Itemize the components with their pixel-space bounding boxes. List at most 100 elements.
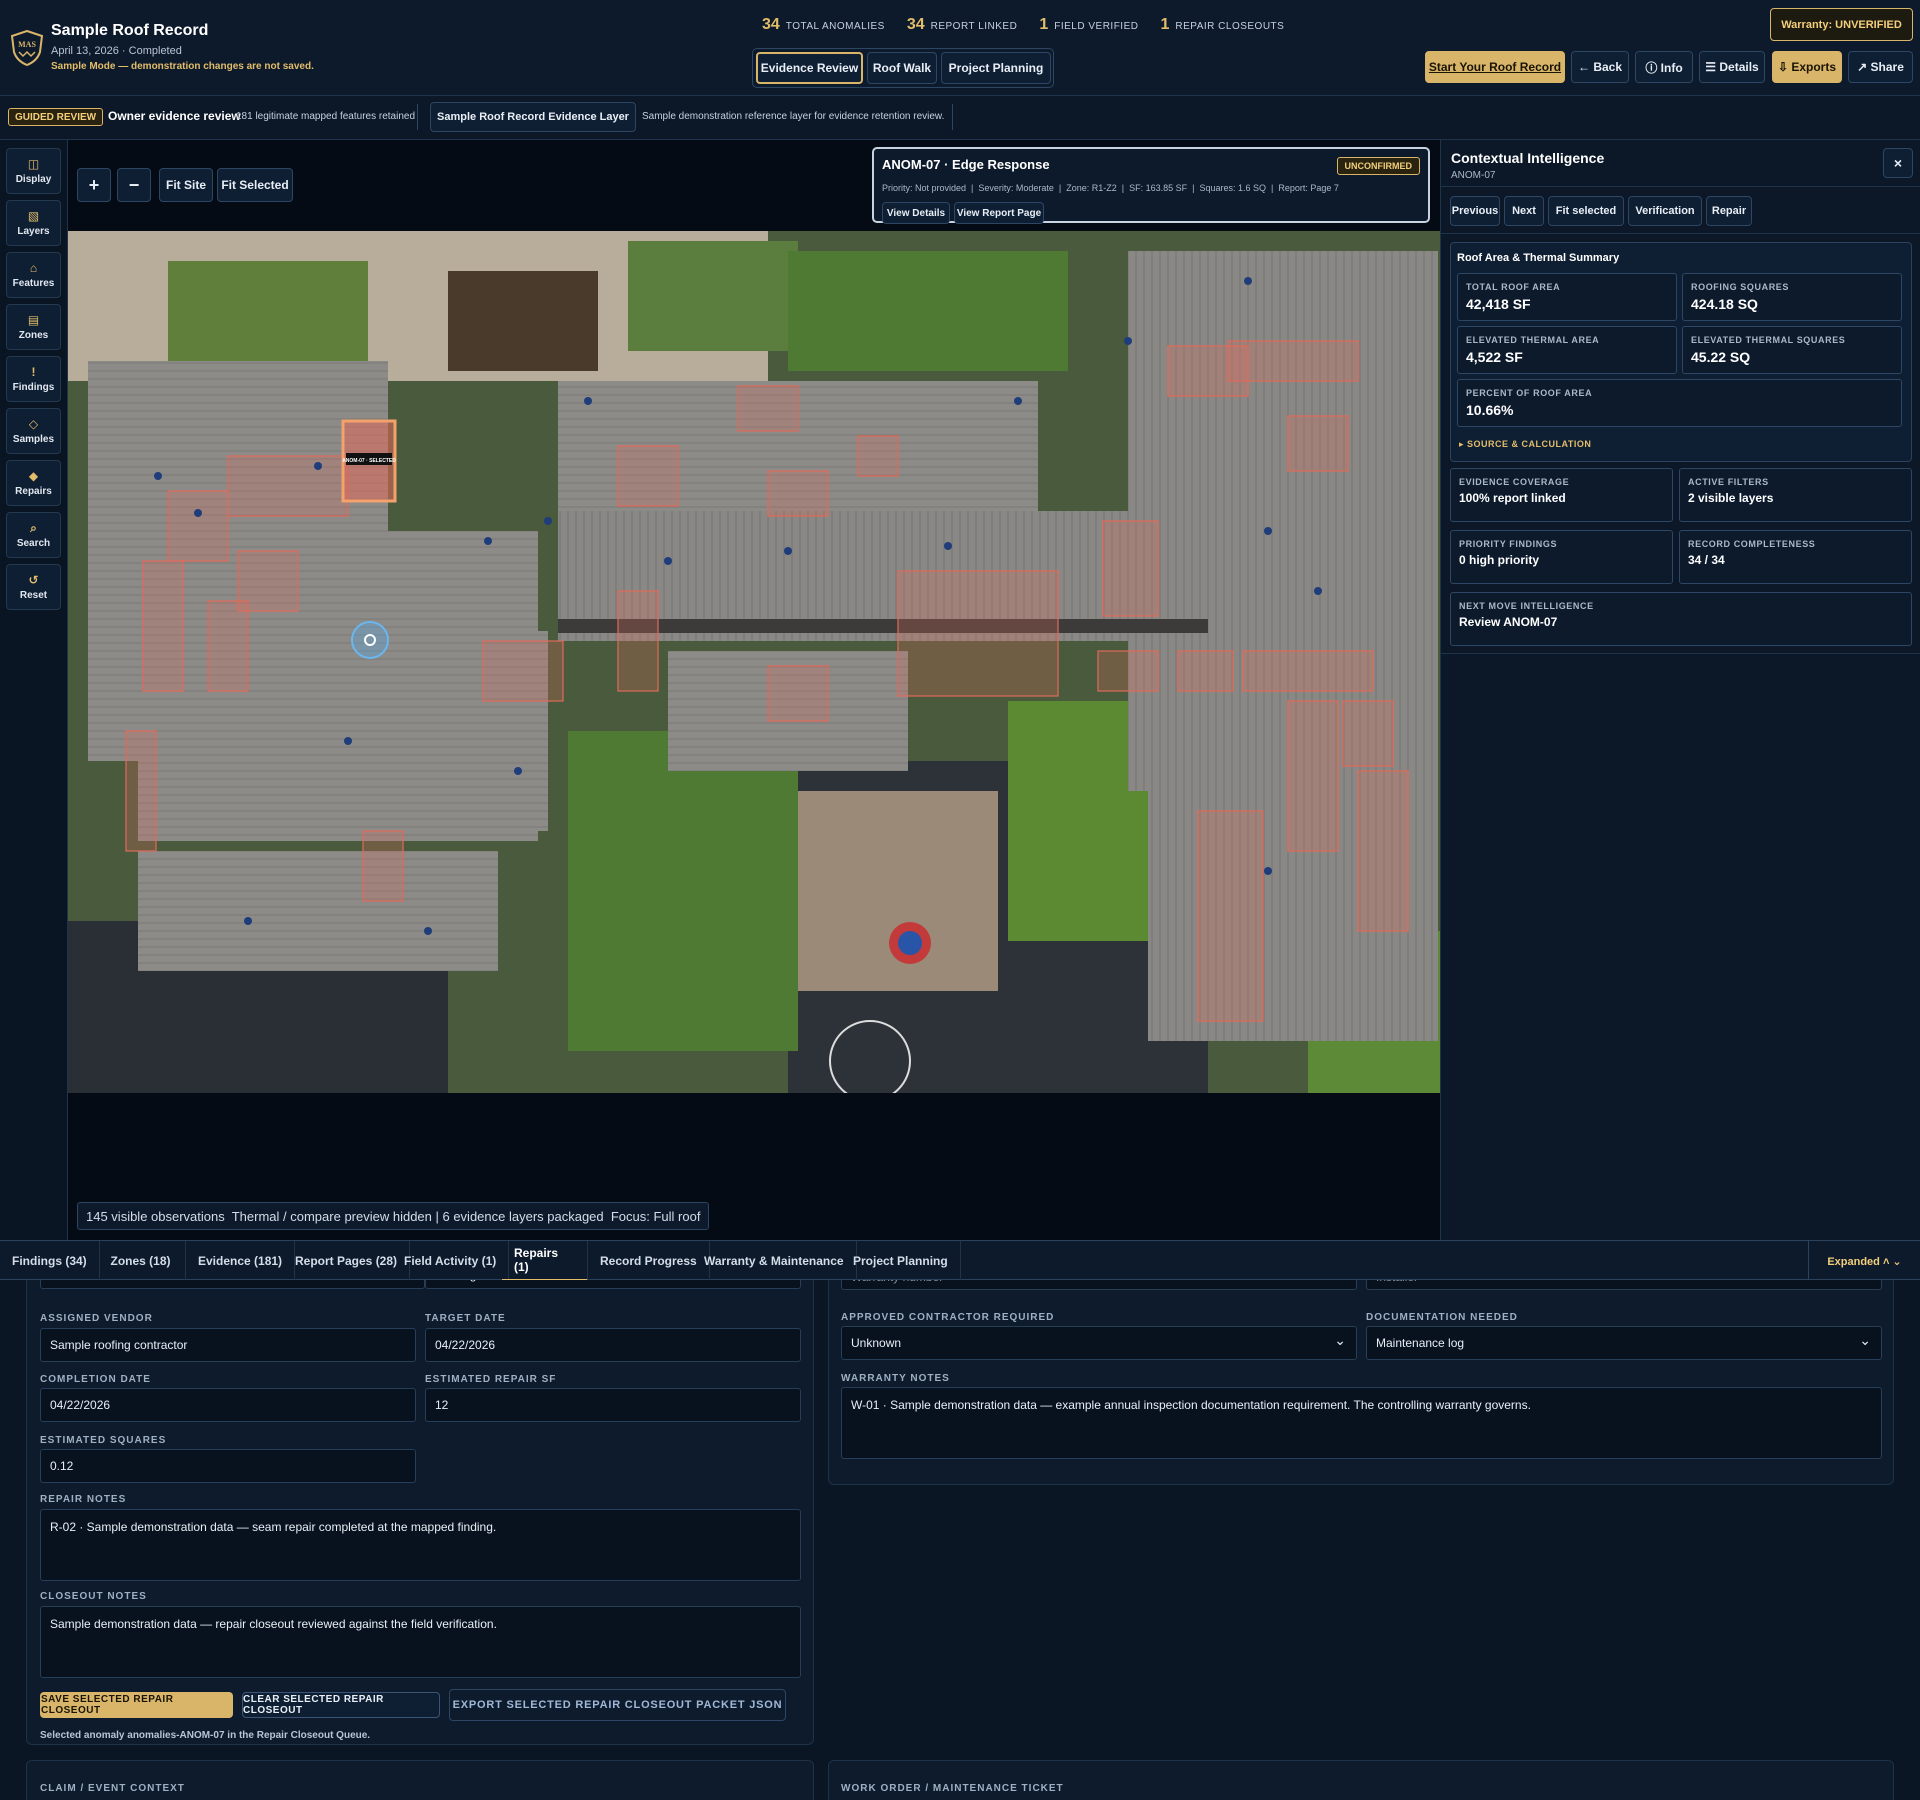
anomaly-box[interactable] <box>857 435 899 477</box>
feature-marker[interactable] <box>424 927 432 935</box>
anomaly-box[interactable] <box>207 600 249 692</box>
tab-roof-walk[interactable]: Roof Walk <box>867 52 937 84</box>
expand-toggle[interactable]: Expanded ˄ ⌄ <box>1808 1241 1920 1281</box>
anomaly-box[interactable] <box>1287 415 1349 472</box>
anomaly-box[interactable] <box>617 445 679 507</box>
anomaly-box[interactable] <box>167 490 229 562</box>
fit-site-button[interactable]: Fit Site <box>159 168 213 202</box>
rail-reset-button[interactable]: ↺ Reset <box>6 564 61 610</box>
focus-point-marker[interactable] <box>351 621 389 659</box>
source-calculation-toggle[interactable]: ▸ SOURCE & CALCULATION <box>1459 439 1591 450</box>
anomaly-box[interactable] <box>142 560 184 692</box>
feature-marker[interactable] <box>344 737 352 745</box>
feature-marker[interactable] <box>584 397 592 405</box>
rail-samples-button[interactable]: ◇ Samples <box>6 408 61 454</box>
anomaly-box[interactable] <box>362 830 404 902</box>
exports-button[interactable]: ⇩ Exports <box>1772 51 1842 83</box>
estimated-repair-sf-input[interactable]: 12 <box>425 1388 801 1422</box>
approved-contractor-select[interactable]: Unknown <box>841 1326 1357 1360</box>
tab-report-pages[interactable]: Report Pages (28) <box>283 1241 411 1281</box>
anomaly-box[interactable] <box>897 570 1059 697</box>
view-report-page-button[interactable]: View Report Page <box>954 202 1044 224</box>
clear-repair-closeout-button[interactable]: CLEAR SELECTED REPAIR CLOSEOUT <box>242 1692 440 1718</box>
share-button[interactable]: ↗ Share <box>1848 51 1913 83</box>
feature-marker[interactable] <box>1264 527 1272 535</box>
feature-marker[interactable] <box>194 509 202 517</box>
anomaly-box[interactable] <box>1227 340 1359 382</box>
feature-marker[interactable] <box>1314 587 1322 595</box>
feature-marker[interactable] <box>544 517 552 525</box>
repair-button[interactable]: Repair <box>1706 196 1752 226</box>
previous-button[interactable]: Previous <box>1450 196 1500 226</box>
assigned-vendor-input[interactable]: Sample roofing contractor <box>40 1328 416 1362</box>
completion-date-input[interactable]: 04/22/2026 <box>40 1388 416 1422</box>
rail-layers-button[interactable]: ▧ Layers <box>6 200 61 246</box>
feature-marker[interactable] <box>1124 337 1132 345</box>
rail-display-button[interactable]: ◫ Display <box>6 148 61 194</box>
tab-zones[interactable]: Zones (18) <box>96 1241 186 1281</box>
target-date-input[interactable]: 04/22/2026 <box>425 1328 801 1362</box>
feature-marker[interactable] <box>514 767 522 775</box>
back-button[interactable]: ← Back <box>1571 51 1629 83</box>
zoom-in-button[interactable]: + <box>77 168 111 202</box>
anomaly-box[interactable] <box>1102 520 1159 617</box>
anomaly-box[interactable] <box>237 550 299 612</box>
start-roof-record-button[interactable]: Start Your Roof Record <box>1425 51 1565 83</box>
rail-repairs-button[interactable]: ◆ Repairs <box>6 460 61 506</box>
tab-evidence[interactable]: Evidence (181) <box>186 1241 296 1281</box>
tab-repairs[interactable]: Repairs (1) <box>502 1241 588 1281</box>
tab-field-activity[interactable]: Field Activity (1) <box>392 1241 510 1281</box>
anomaly-box[interactable] <box>1177 650 1234 692</box>
zoom-out-button[interactable]: − <box>117 168 151 202</box>
feature-marker[interactable] <box>1244 277 1252 285</box>
info-button[interactable]: ⓘ Info <box>1635 51 1693 83</box>
rail-findings-button[interactable]: ! Findings <box>6 356 61 402</box>
anomaly-box[interactable] <box>1287 700 1339 852</box>
feature-marker[interactable] <box>784 547 792 555</box>
feature-marker[interactable] <box>1264 867 1272 875</box>
estimated-squares-input[interactable]: 0.12 <box>40 1449 416 1483</box>
rail-search-button[interactable]: ⌕ Search <box>6 512 61 558</box>
anomaly-box[interactable] <box>617 590 659 692</box>
feature-marker[interactable] <box>154 472 162 480</box>
anomaly-box[interactable] <box>125 730 157 852</box>
verification-button[interactable]: Verification <box>1628 196 1702 226</box>
details-button[interactable]: ☰ Details <box>1699 51 1765 83</box>
documentation-needed-select[interactable]: Maintenance log <box>1366 1326 1882 1360</box>
tab-warranty-maintenance[interactable]: Warranty & Maintenance <box>692 1241 857 1281</box>
warranty-notes-textarea[interactable]: W-01 · Sample demonstration data — examp… <box>841 1387 1882 1459</box>
aerial-roof-map[interactable]: ANOM-07 · SELECTED <box>68 231 1440 1093</box>
export-closeout-json-button[interactable]: EXPORT SELECTED REPAIR CLOSEOUT PACKET J… <box>449 1689 786 1721</box>
anomaly-box[interactable] <box>1097 650 1159 692</box>
anomaly-box[interactable] <box>767 470 829 517</box>
view-details-button[interactable]: View Details <box>882 202 950 224</box>
feature-marker[interactable] <box>1014 397 1022 405</box>
tab-project-planning[interactable]: Project Planning <box>941 52 1051 84</box>
tab-findings[interactable]: Findings (34) <box>0 1241 100 1281</box>
warranty-number-input[interactable]: Warranty number <box>841 1280 1357 1290</box>
feature-marker[interactable] <box>484 537 492 545</box>
feature-marker[interactable] <box>244 917 252 925</box>
next-button[interactable]: Next <box>1504 196 1544 226</box>
feature-marker[interactable] <box>944 542 952 550</box>
repair-notes-textarea[interactable]: R-02 · Sample demonstration data — seam … <box>40 1509 801 1581</box>
rail-zones-button[interactable]: ▤ Zones <box>6 304 61 350</box>
anomaly-box[interactable] <box>767 665 829 722</box>
vendor-type-select[interactable]: Roofing Contractor <box>425 1280 801 1289</box>
save-repair-closeout-button[interactable]: SAVE SELECTED REPAIR CLOSEOUT <box>40 1692 233 1718</box>
anomaly-box[interactable] <box>737 385 799 432</box>
priority-select[interactable]: Medium <box>40 1280 425 1289</box>
tab-project-planning-bottom[interactable]: Project Planning <box>841 1241 961 1281</box>
close-icon[interactable]: × <box>1883 148 1913 178</box>
anomaly-box[interactable] <box>227 455 349 517</box>
closeout-notes-textarea[interactable]: Sample demonstration data — repair close… <box>40 1606 801 1678</box>
anomaly-box[interactable] <box>1242 650 1374 692</box>
evidence-layer-button[interactable]: Sample Roof Record Evidence Layer <box>430 102 636 132</box>
feature-marker[interactable] <box>314 462 322 470</box>
anomaly-box[interactable] <box>1357 770 1409 932</box>
installer-input[interactable]: Installer <box>1366 1280 1882 1290</box>
feature-marker[interactable] <box>664 557 672 565</box>
fit-selected-panel-button[interactable]: Fit selected <box>1548 196 1624 226</box>
rail-features-button[interactable]: ⌂ Features <box>6 252 61 298</box>
anomaly-box[interactable] <box>482 640 564 702</box>
